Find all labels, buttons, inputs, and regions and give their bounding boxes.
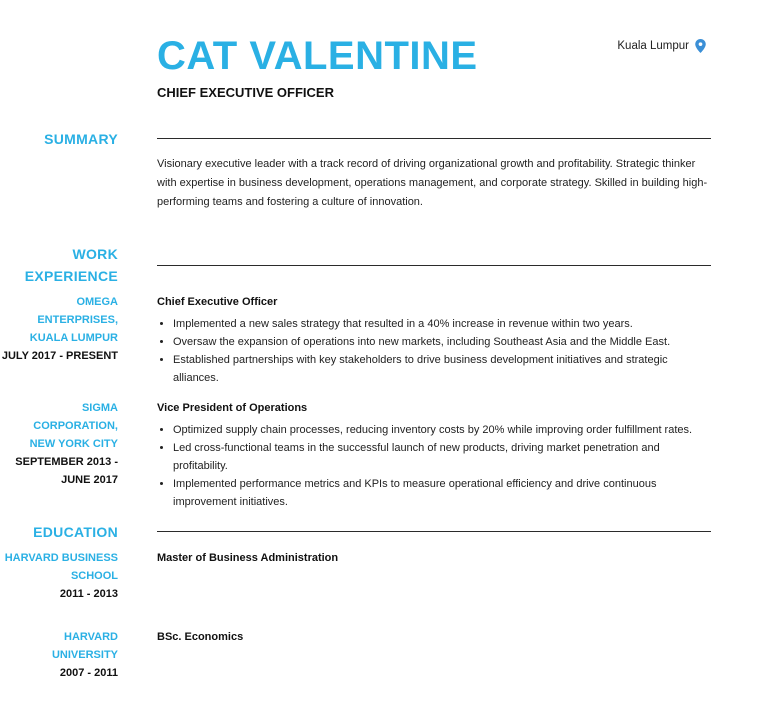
job-bullet: Optimized supply chain processes, reduci… [173,421,711,439]
job-bullet: Oversaw the expansion of operations into… [173,333,711,351]
job-bullet: Implemented performance metrics and KPIs… [173,475,711,511]
job-role: Chief Executive Officer [157,296,278,308]
work-heading: WORK EXPERIENCE [0,243,118,287]
map-pin-icon [695,39,706,53]
job-role: Vice President of Operations [157,402,308,414]
job-org-line2: NEW YORK CITY [29,438,118,450]
school-line2: SCHOOL [70,570,118,582]
job-bullet: Led cross-functional teams in the succes… [173,439,711,475]
education-dates: 2011 - 2013 [59,588,118,600]
summary-heading: SUMMARY [44,131,118,147]
degree: BSc. Economics [157,631,244,643]
job-meta: OMEGA ENTERPRISES, KUALA LUMPUR JULY 201… [0,293,118,365]
work-divider [157,265,711,266]
job-org-line1: OMEGA ENTERPRISES, [37,296,118,326]
education-details: Master of Business Administration [157,549,717,567]
education-divider [157,531,711,532]
job-dates: JULY 2017 - PRESENT [1,350,118,362]
job-bullets: Implemented a new sales strategy that re… [157,315,711,387]
job-dates-line2: JUNE 2017 [61,474,118,486]
work-heading-line1: WORK [72,246,118,262]
education-meta: HARVARD UNIVERSITY 2007 - 2011 [0,628,118,682]
candidate-title: CHIEF EXECUTIVE OFFICER [157,85,334,100]
job-bullet: Established partnerships with key stakeh… [173,351,711,387]
school-line1: HARVARD BUSINESS [4,552,118,564]
job-bullet: Implemented a new sales strategy that re… [173,315,711,333]
summary-divider [157,138,711,139]
job-org-line1: SIGMA CORPORATION, [33,402,118,432]
school-line1: HARVARD UNIVERSITY [51,631,118,661]
candidate-name: CAT VALENTINE [157,34,478,78]
education-details: BSc. Economics [157,628,717,646]
education-heading: EDUCATION [33,524,118,540]
job-bullets: Optimized supply chain processes, reduci… [157,421,711,511]
job-dates-line1: SEPTEMBER 2013 - [15,456,118,468]
education-meta: HARVARD BUSINESS SCHOOL 2011 - 2013 [0,549,118,603]
work-heading-line2: EXPERIENCE [24,268,118,284]
location-text: Kuala Lumpur [617,40,689,52]
education-dates: 2007 - 2011 [59,667,118,679]
job-details: Chief Executive Officer Implemented a ne… [157,293,717,387]
location: Kuala Lumpur [617,39,706,53]
job-meta: SIGMA CORPORATION, NEW YORK CITY SEPTEMB… [0,399,118,489]
job-org-line2: KUALA LUMPUR [29,332,118,344]
degree: Master of Business Administration [157,552,339,564]
summary-text: Visionary executive leader with a track … [157,158,708,208]
summary-section: Visionary executive leader with a track … [157,155,717,212]
job-details: Vice President of Operations Optimized s… [157,399,717,511]
